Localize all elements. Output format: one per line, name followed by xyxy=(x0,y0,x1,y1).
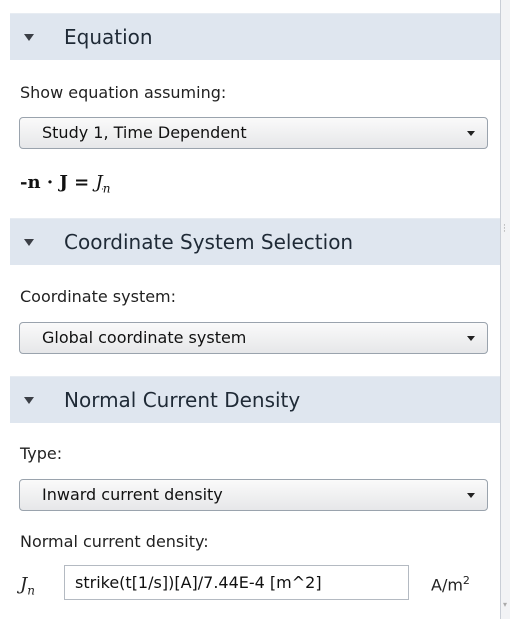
normal-current-density-input[interactable]: strike(t[1/s])[A]/7.44E-4 [m^2] xyxy=(64,565,409,600)
scroll-down-icon[interactable]: ▾ xyxy=(503,600,507,609)
equation-display: -n · J = Jn xyxy=(20,172,110,196)
coordinate-select-value: Global coordinate system xyxy=(42,328,247,347)
show-equation-label: Show equation assuming: xyxy=(20,83,227,102)
section-header-coordinate[interactable]: Coordinate System Selection xyxy=(10,218,500,265)
chevron-down-icon xyxy=(467,336,475,341)
unit-base: A/m xyxy=(431,575,463,595)
grip-icon: · · · xyxy=(503,221,506,237)
collapse-triangle-icon[interactable] xyxy=(24,239,34,246)
study-select[interactable]: Study 1, Time Dependent xyxy=(19,117,488,149)
section-title-equation: Equation xyxy=(64,25,153,49)
coordinate-system-select[interactable]: Global coordinate system xyxy=(19,322,488,354)
equation-rhs-subscript: n xyxy=(102,181,111,196)
chevron-down-icon xyxy=(467,131,475,136)
collapse-triangle-icon[interactable] xyxy=(24,34,34,41)
equation-lhs: -n · J = xyxy=(20,172,96,193)
chevron-down-icon xyxy=(467,493,475,498)
section-title-normal-current: Normal Current Density xyxy=(64,388,301,412)
study-select-value: Study 1, Time Dependent xyxy=(42,123,247,142)
collapse-triangle-icon[interactable] xyxy=(24,397,34,404)
type-select[interactable]: Inward current density xyxy=(19,479,488,511)
settings-panel: Equation Show equation assuming: Study 1… xyxy=(0,0,500,619)
jn-symbol-subscript: n xyxy=(27,583,35,598)
jn-symbol: Jn xyxy=(20,574,35,598)
splitter-bar[interactable]: · · · ▾ xyxy=(500,0,510,619)
type-label: Type: xyxy=(20,444,63,463)
section-title-coordinate: Coordinate System Selection xyxy=(64,230,354,254)
unit-label: A/m2 xyxy=(431,574,470,594)
coordinate-system-label: Coordinate system: xyxy=(20,287,177,306)
section-header-equation[interactable]: Equation xyxy=(10,13,500,60)
normal-current-density-value: strike(t[1/s])[A]/7.44E-4 [m^2] xyxy=(75,573,322,592)
section-header-normal-current[interactable]: Normal Current Density xyxy=(10,376,500,423)
equation-rhs-symbol: J xyxy=(95,172,103,193)
equation-rhs: Jn xyxy=(95,172,111,196)
unit-exponent: 2 xyxy=(462,574,470,587)
type-select-value: Inward current density xyxy=(42,485,223,504)
normal-current-density-label: Normal current density: xyxy=(20,532,209,551)
